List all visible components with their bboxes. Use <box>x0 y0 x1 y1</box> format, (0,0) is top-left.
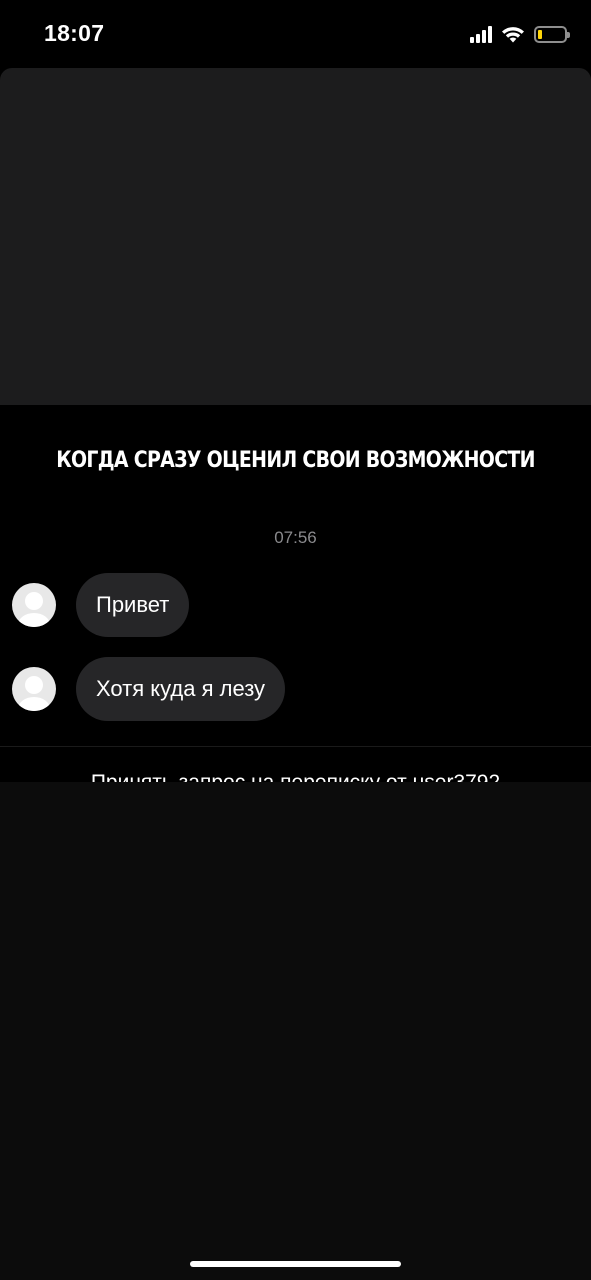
message-request-label: Принять запрос на переписку от user3792 <box>91 771 500 782</box>
status-icons <box>470 24 570 44</box>
battery-icon <box>534 25 570 43</box>
battery-nub <box>567 31 570 38</box>
message-request-text: Принять запрос на переписку от user3792 <box>0 770 591 782</box>
media-placeholder <box>0 68 591 405</box>
signal-icon <box>470 25 492 43</box>
message-row: Хотя куда я лезу <box>12 657 286 721</box>
battery-level <box>538 29 542 39</box>
bottom-panel <box>0 782 591 1280</box>
home-indicator[interactable] <box>190 1261 401 1267</box>
message-bubble[interactable]: Хотя куда я лезу <box>76 657 286 721</box>
message-bubble[interactable]: Привет <box>76 573 190 637</box>
meme-caption: КОГДА СРАЗУ ОЦЕНИЛ СВОИ ВОЗМОЖНОСТИ <box>56 448 535 473</box>
wifi-icon <box>502 27 524 43</box>
avatar[interactable] <box>12 667 56 711</box>
status-bar: 18:07 <box>0 0 591 70</box>
chat-timestamp: 07:56 <box>274 528 317 547</box>
screen: 18:07 КОГДА СРАЗУ ОЦЕНИЛ СВОИ ВОЗМОЖНОСТ… <box>0 0 591 1280</box>
status-time: 18:07 <box>44 20 105 46</box>
divider <box>0 746 591 747</box>
message-row: Привет <box>12 573 190 637</box>
avatar[interactable] <box>12 583 56 627</box>
